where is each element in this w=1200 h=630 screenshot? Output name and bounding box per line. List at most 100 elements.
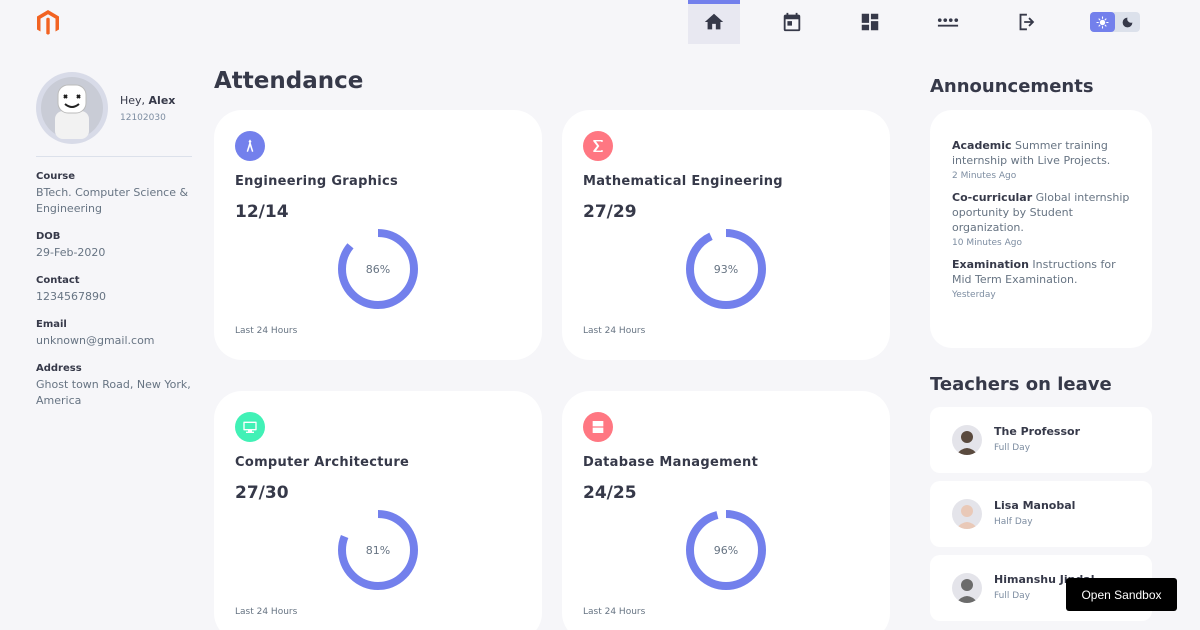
field-label: DOB <box>36 231 61 242</box>
subject-name: Database Management <box>583 455 759 470</box>
greeting-block: Hey, Alex 12102030 <box>120 94 175 123</box>
subject-name: Computer Architecture <box>235 455 410 470</box>
sun-icon <box>1096 16 1109 28</box>
teacher-name: The Professor <box>994 425 1080 438</box>
field-label: Contact <box>36 275 80 286</box>
field-label: Email <box>36 319 67 330</box>
announcement-text: Academic Summer training internship with… <box>952 138 1134 168</box>
home-icon <box>704 13 724 30</box>
profile-field-dob: DOB 29-Feb-2020 <box>36 231 192 261</box>
attendance-fraction: 27/29 <box>583 202 637 222</box>
attendance-card[interactable]: Database Management 24/25 96% Last 24 Hours <box>562 391 890 630</box>
attendance-percent: 86% <box>365 262 391 276</box>
compass-icon <box>246 139 254 152</box>
attendance-fraction: 27/30 <box>235 483 289 503</box>
profile-field-address: Address Ghost town Road, New York, Americ… <box>36 363 192 409</box>
card-footer: Last 24 Hours <box>583 607 646 617</box>
subject-icon-badge <box>235 131 265 161</box>
attendance-card[interactable]: Computer Architecture 27/30 81% Last 24 Hou… <box>214 391 542 630</box>
avatar <box>36 72 108 144</box>
roll-number: 12102030 <box>120 112 166 123</box>
announcement-time: Yesterday <box>952 290 996 300</box>
announcement-category: Academic <box>952 139 1012 152</box>
subject-name: Engineering Graphics <box>235 174 399 189</box>
field-value: unknown@gmail.com <box>36 334 155 347</box>
nav-home[interactable] <box>688 0 740 44</box>
profile-fields: Course BTech. Computer Science & Engineer… <box>36 171 192 409</box>
computer-icon <box>243 421 257 433</box>
attendance-fraction: 12/14 <box>235 202 289 222</box>
grid-icon <box>861 13 879 31</box>
announcement-item[interactable]: Co-curricular Global internship oportuni… <box>952 190 1134 248</box>
greeting-line: Hey, Alex <box>120 94 175 107</box>
subject-icon-badge <box>583 412 613 442</box>
attendance-percent: 96% <box>713 543 739 557</box>
announcement-text: Co-curricular Global internship oportuni… <box>952 190 1134 235</box>
announcement-category: Examination <box>952 258 1029 271</box>
person-icon <box>956 431 978 455</box>
profile-field-email: Email unknown@gmail.com <box>36 319 192 349</box>
leave-duration: Full Day <box>994 443 1031 453</box>
profile-field-contact: Contact 1234567890 <box>36 275 192 305</box>
card-footer: Last 24 Hours <box>235 607 298 617</box>
attendance-card[interactable]: Mathematical Engineering 27/29 93% Last 24 … <box>562 110 890 360</box>
teachers-on-leave-title: Teachers on leave <box>930 374 1112 395</box>
field-value: Ghost town Road, New York, America <box>36 378 191 407</box>
theme-toggle[interactable] <box>1090 12 1140 32</box>
leave-duration: Half Day <box>994 517 1033 527</box>
announcement-item[interactable]: Academic Summer training internship with… <box>952 138 1134 181</box>
attendance-fraction: 24/25 <box>583 483 637 503</box>
sigma-icon <box>593 140 603 152</box>
nav-grid[interactable] <box>844 0 896 44</box>
teacher-avatar <box>952 425 982 455</box>
card-footer: Last 24 Hours <box>235 326 298 336</box>
attendance-title: Attendance <box>214 68 364 94</box>
attendance-card[interactable]: Engineering Graphics 12/14 86% Last 24 Hour… <box>214 110 542 360</box>
marshmello-avatar-icon <box>41 77 103 139</box>
more-dots-icon <box>937 18 959 27</box>
top-nav <box>688 0 1078 44</box>
announcements-list: Academic Summer training internship with… <box>930 110 1152 348</box>
nav-more[interactable] <box>922 0 974 44</box>
profile-header: Hey, Alex 12102030 <box>36 72 192 157</box>
teacher-avatar <box>952 499 982 529</box>
subject-name: Mathematical Engineering <box>583 174 783 189</box>
calendar-icon <box>783 12 801 32</box>
profile-panel: Hey, Alex 12102030 Course BTech. Computer… <box>36 72 192 409</box>
database-icon <box>592 421 604 433</box>
subject-icon-badge <box>235 412 265 442</box>
announcement-item[interactable]: Examination Instructions for Mid Term Ex… <box>952 257 1134 300</box>
announcement-time: 10 Minutes Ago <box>952 238 1022 248</box>
field-value: 1234567890 <box>36 290 106 303</box>
field-value: BTech. Computer Science & Engineering <box>36 186 189 215</box>
teacher-on-leave[interactable]: Lisa Manobal Half Day <box>930 481 1152 547</box>
card-footer: Last 24 Hours <box>583 326 646 336</box>
person-icon <box>956 505 978 529</box>
open-sandbox-button[interactable]: Open Sandbox <box>1066 578 1177 611</box>
user-name: Alex <box>148 93 176 107</box>
nav-logout[interactable] <box>1000 0 1052 44</box>
leave-duration: Full Day <box>994 591 1031 601</box>
announcement-time: 2 Minutes Ago <box>952 171 1017 181</box>
nav-calendar[interactable] <box>766 0 818 44</box>
attendance-percent: 81% <box>365 543 391 557</box>
teacher-name: Lisa Manobal <box>994 499 1076 512</box>
attendance-percent: 93% <box>713 262 739 276</box>
field-value: 29-Feb-2020 <box>36 246 106 259</box>
teacher-avatar <box>952 573 982 603</box>
greeting-text: Hey, <box>120 93 146 107</box>
teacher-on-leave[interactable]: The Professor Full Day <box>930 407 1152 473</box>
magento-logo-icon[interactable] <box>36 10 60 36</box>
announcement-text: Examination Instructions for Mid Term Ex… <box>952 257 1134 287</box>
logout-icon <box>1019 13 1035 31</box>
dark-mode-button[interactable] <box>1115 12 1140 32</box>
field-label: Address <box>36 363 82 374</box>
announcement-category: Co-curricular <box>952 191 1033 204</box>
field-label: Course <box>36 171 75 182</box>
announcements-title: Announcements <box>930 76 1094 97</box>
subject-icon-badge <box>583 131 613 161</box>
light-mode-button[interactable] <box>1090 12 1115 32</box>
moon-icon <box>1122 17 1133 27</box>
profile-field-course: Course BTech. Computer Science & Engineer… <box>36 171 192 217</box>
person-icon <box>956 579 978 603</box>
